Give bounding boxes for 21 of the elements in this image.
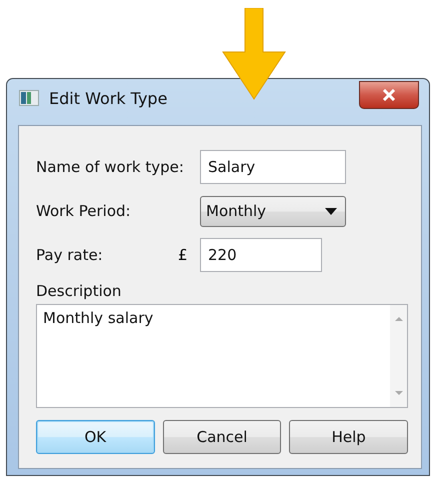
scrollbar[interactable] xyxy=(390,305,407,407)
dialog-button[interactable]: OK xyxy=(36,420,155,454)
field-label: Pay rate: xyxy=(36,246,104,264)
description-field[interactable]: Monthly salary xyxy=(36,304,408,408)
window-icon xyxy=(19,90,39,106)
down-arrow-icon xyxy=(222,8,286,100)
dialog-button[interactable]: Help xyxy=(289,420,408,454)
period-dropdown[interactable]: Monthly xyxy=(200,196,346,226)
currency-symbol: £ xyxy=(178,246,189,264)
dropdown-caret-icon xyxy=(325,208,337,214)
description-label: Description xyxy=(36,282,122,300)
input-field[interactable]: Salary xyxy=(200,150,346,184)
close-icon xyxy=(382,89,396,101)
field-label: Work Period: xyxy=(36,202,132,220)
close-button[interactable] xyxy=(359,81,419,109)
dialog-button[interactable]: Cancel xyxy=(162,420,282,454)
scroll-down-icon xyxy=(394,391,402,395)
scroll-up-icon xyxy=(394,317,402,321)
input-field[interactable]: 220 xyxy=(200,238,322,272)
field-label: Name of work type: xyxy=(36,158,185,176)
window-title: Edit Work Type xyxy=(49,88,168,108)
